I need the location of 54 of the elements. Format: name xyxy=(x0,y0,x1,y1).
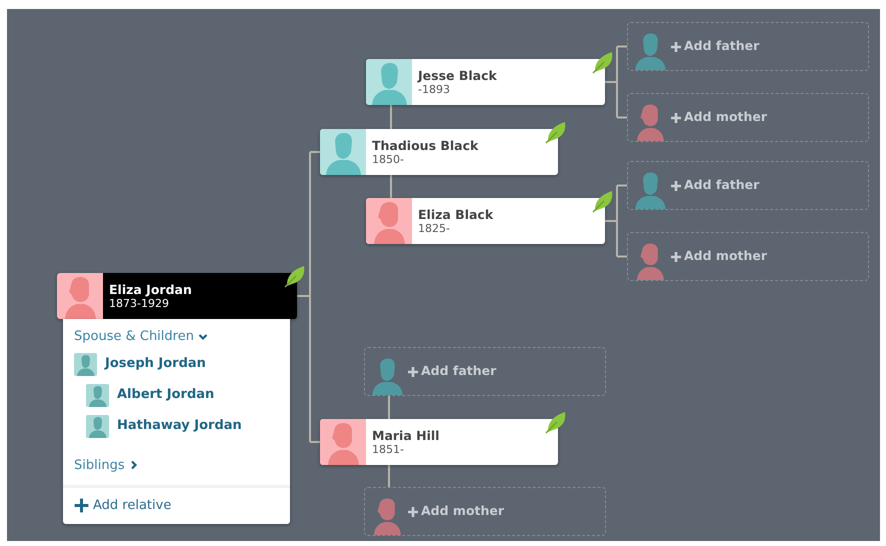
plus-icon xyxy=(670,40,682,52)
plus-icon xyxy=(670,112,682,124)
add-parent-placeholder[interactable]: Add mother xyxy=(627,93,869,142)
hint-leaf-icon[interactable] xyxy=(592,188,614,212)
add-parent-label: Add mother xyxy=(684,247,768,266)
add-parent-label: Add mother xyxy=(421,502,504,520)
person-card[interactable]: Thadious Black 1850- xyxy=(320,129,558,175)
person-dates: 1850- xyxy=(372,152,405,166)
add-parent-placeholder[interactable]: Add mother xyxy=(627,232,869,281)
person-dates: 1825- xyxy=(418,222,451,236)
connector-line xyxy=(390,175,392,198)
hint-leaf-icon[interactable] xyxy=(284,263,306,287)
add-relative-button[interactable]: Add relative xyxy=(63,485,290,524)
connector-line xyxy=(388,396,390,419)
avatar-icon xyxy=(74,352,97,376)
add-parent-placeholder[interactable]: Add mother xyxy=(364,487,606,536)
avatar-icon xyxy=(86,384,109,406)
relative-link[interactable]: Joseph Jordan xyxy=(74,348,206,380)
add-parent-label: Add father xyxy=(421,362,496,380)
hint-leaf-icon[interactable] xyxy=(545,119,567,143)
add-parent-label: Add father xyxy=(684,176,760,194)
add-parent-label: Add father xyxy=(684,37,760,56)
hint-leaf-icon[interactable] xyxy=(592,49,614,73)
person-card[interactable]: Jesse Black -1893 xyxy=(366,59,605,105)
connector-line xyxy=(390,105,392,129)
section-toggle[interactable]: Spouse & Children xyxy=(63,325,219,348)
person-dates: 1873-1929 xyxy=(109,296,170,310)
add-parent-placeholder[interactable]: Add father xyxy=(364,347,606,396)
person-name: Eliza Black xyxy=(418,206,494,222)
avatar-icon xyxy=(86,414,109,438)
plus-icon xyxy=(74,498,89,514)
person-card[interactable]: Maria Hill 1851- xyxy=(320,419,558,465)
hint-leaf-icon[interactable] xyxy=(545,409,567,433)
chevron-down-icon xyxy=(198,332,208,342)
plus-icon xyxy=(670,250,682,262)
connector-line xyxy=(388,465,390,487)
section-toggle[interactable]: Siblings xyxy=(63,454,150,477)
person-name: Thadious Black xyxy=(372,138,478,153)
person-name: Jesse Black xyxy=(418,68,497,83)
add-parent-placeholder[interactable]: Add father xyxy=(627,22,869,71)
add-parent-label: Add mother xyxy=(684,108,768,126)
person-name: Maria Hill xyxy=(372,428,440,443)
person-card[interactable]: Eliza Black 1825- xyxy=(366,198,605,244)
plus-icon xyxy=(407,506,419,518)
person-name: Eliza Jordan xyxy=(109,282,192,297)
relative-link[interactable]: Hathaway Jordan xyxy=(86,410,242,442)
person-dates: 1851- xyxy=(372,442,405,456)
chevron-right-icon xyxy=(128,460,139,470)
relative-link[interactable]: Albert Jordan xyxy=(86,380,214,410)
person-card[interactable]: Eliza Jordan 1873-1929 xyxy=(57,273,297,319)
plus-icon xyxy=(670,180,682,192)
person-dates: -1893 xyxy=(418,82,451,96)
add-parent-placeholder[interactable]: Add father xyxy=(627,161,869,210)
plus-icon xyxy=(407,366,419,378)
